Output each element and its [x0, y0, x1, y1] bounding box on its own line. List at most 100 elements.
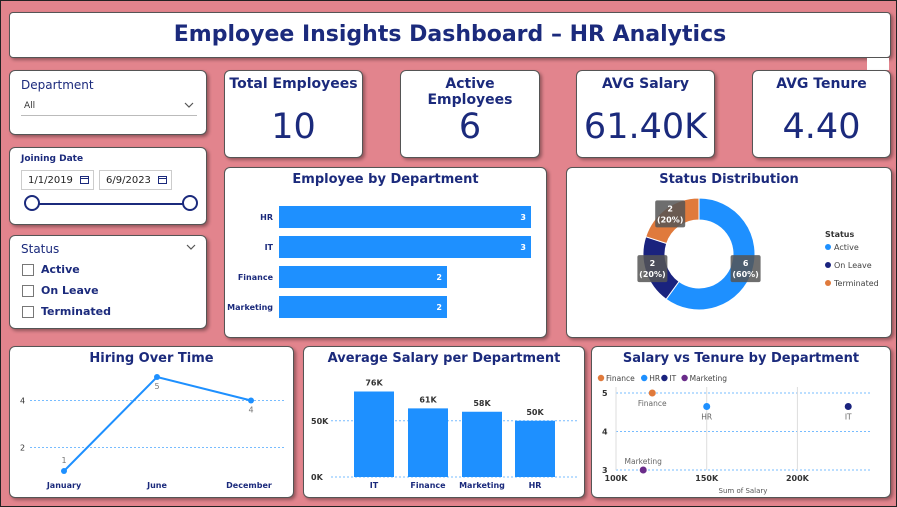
status-slicer: Status Active On Leave Terminated: [9, 235, 207, 329]
date-range-end-handle[interactable]: [182, 195, 198, 211]
x-axis-label: Sum of Salary: [719, 487, 768, 495]
data-point: [648, 389, 656, 397]
legend-label: Marketing: [690, 374, 728, 383]
status-option-terminated[interactable]: Terminated: [22, 305, 111, 318]
department-dropdown[interactable]: All: [21, 98, 197, 116]
checkbox[interactable]: [22, 285, 34, 297]
status-option-active[interactable]: Active: [22, 263, 80, 276]
status-option-label: Terminated: [41, 305, 112, 318]
title-banner: Employee Insights Dashboard – HR Analyti…: [9, 12, 891, 58]
x-tick-label: Finance: [410, 481, 446, 490]
average-salary-panel: Average Salary per Department 0K 50K 76K IT…: [303, 346, 585, 498]
start-date-input[interactable]: 1/1/2019: [21, 170, 94, 190]
data-label: 5: [154, 382, 159, 391]
legend-marker: [681, 374, 688, 382]
bar: [515, 420, 555, 477]
status-distribution-panel: Status Distribution 6 (60%) 2 (20%) 2 (20%) St…: [566, 167, 892, 338]
legend-title: Status: [825, 230, 855, 239]
joining-date-slicer: Joining Date 1/1/2019 6/9/2023: [9, 147, 207, 225]
data-label-count: 2: [650, 259, 656, 268]
employee-by-department-panel: Employee by Department HR 3 IT 3 Finance 2 Mar…: [224, 167, 547, 338]
kpi-avg-salary: AVG Salary 61.40K: [576, 70, 715, 158]
department-dropdown-value: All: [24, 101, 36, 111]
data-label: 2: [436, 303, 442, 312]
data-point: [639, 466, 647, 474]
chevron-down-icon[interactable]: [186, 242, 196, 252]
department-slicer-label: Department: [21, 78, 94, 92]
status-distribution-chart: 6 (60%) 2 (20%) 2 (20%) Status Active On Leave Te…: [637, 197, 879, 311]
data-point: [703, 402, 711, 410]
data-label: Marketing: [625, 457, 663, 466]
legend-label: Terminated: [833, 279, 879, 288]
data-point: [248, 397, 254, 404]
legend-label: IT: [669, 374, 676, 383]
status-option-label: Active: [41, 263, 80, 276]
bar: [462, 411, 502, 477]
employee-by-department-chart: HR 3 IT 3 Finance 2 Marketing 2: [227, 206, 531, 318]
chevron-down-icon: [184, 102, 194, 108]
bar: [408, 408, 448, 477]
data-label: Finance: [638, 399, 667, 408]
legend-label: Finance: [606, 374, 635, 383]
bar: [279, 206, 531, 228]
average-salary-chart: 0K 50K 76K IT 61K Finance 58K Marketing 50K HR: [311, 379, 578, 490]
data-label-percent: (20%): [639, 270, 665, 279]
category-label: HR: [260, 213, 273, 222]
data-label: 2: [436, 273, 442, 282]
data-label: IT: [845, 412, 852, 421]
category-label: IT: [265, 243, 274, 252]
data-point: [844, 402, 852, 410]
data-label: 50K: [526, 408, 544, 417]
y-tick-label: 4: [20, 397, 25, 406]
hiring-over-time-chart: 2 4 1 January 5 June 4 December: [20, 374, 286, 490]
kpi-label: Active Employees: [427, 76, 513, 108]
data-label: 4: [248, 406, 253, 415]
data-label: 58K: [473, 399, 491, 408]
x-tick-label: 200K: [786, 474, 810, 483]
data-point: [61, 468, 67, 474]
y-tick-label: 5: [602, 389, 608, 398]
category-label: Finance: [238, 273, 274, 282]
series-line: [63, 375, 252, 472]
status-option-on-leave[interactable]: On Leave: [22, 284, 99, 297]
kpi-label: Total Employees: [229, 76, 358, 92]
legend-label: Active: [834, 243, 859, 252]
legend-marker: [825, 280, 831, 286]
kpi-avg-tenure: AVG Tenure 4.40: [752, 70, 891, 158]
data-label: 76K: [365, 379, 383, 388]
category-label: Marketing: [227, 303, 273, 312]
kpi-active-employees: Active Employees 6: [400, 70, 540, 158]
bar: [354, 391, 394, 477]
legend-marker: [661, 374, 668, 382]
kpi-label: AVG Salary: [602, 76, 689, 92]
x-tick-label: January: [46, 481, 82, 490]
calendar-icon: [158, 176, 167, 184]
x-tick-label: IT: [370, 481, 379, 490]
x-tick-label: 100K: [605, 474, 629, 483]
y-tick-label: 50K: [311, 417, 329, 426]
title-corner-notch: [867, 58, 889, 70]
data-point: [154, 374, 160, 380]
x-tick-label: 150K: [695, 474, 719, 483]
department-slicer: Department All: [9, 70, 207, 135]
hiring-over-time-panel: Hiring Over Time 2 4 1 January 5 June 4 Decembe…: [9, 346, 294, 498]
data-label: HR: [701, 412, 712, 421]
legend-marker: [641, 374, 648, 382]
y-tick-label: 0K: [311, 473, 324, 482]
x-tick-label: December: [226, 481, 272, 490]
data-label: 3: [520, 213, 526, 222]
date-range-slider-track[interactable]: [31, 203, 191, 205]
data-label-count: 2: [667, 204, 673, 213]
data-label-count: 6: [743, 259, 749, 268]
joining-date-label: Joining Date: [21, 154, 84, 164]
kpi-value: 6: [458, 107, 482, 147]
y-tick-label: 4: [602, 428, 608, 437]
x-tick-label: June: [146, 481, 167, 490]
bar: [279, 236, 531, 258]
date-range-start-handle[interactable]: [24, 195, 40, 211]
x-tick-label: HR: [529, 481, 542, 490]
data-label-percent: (60%): [732, 270, 758, 279]
checkbox[interactable]: [22, 306, 34, 318]
checkbox[interactable]: [22, 264, 34, 276]
end-date-input[interactable]: 6/9/2023: [99, 170, 172, 190]
